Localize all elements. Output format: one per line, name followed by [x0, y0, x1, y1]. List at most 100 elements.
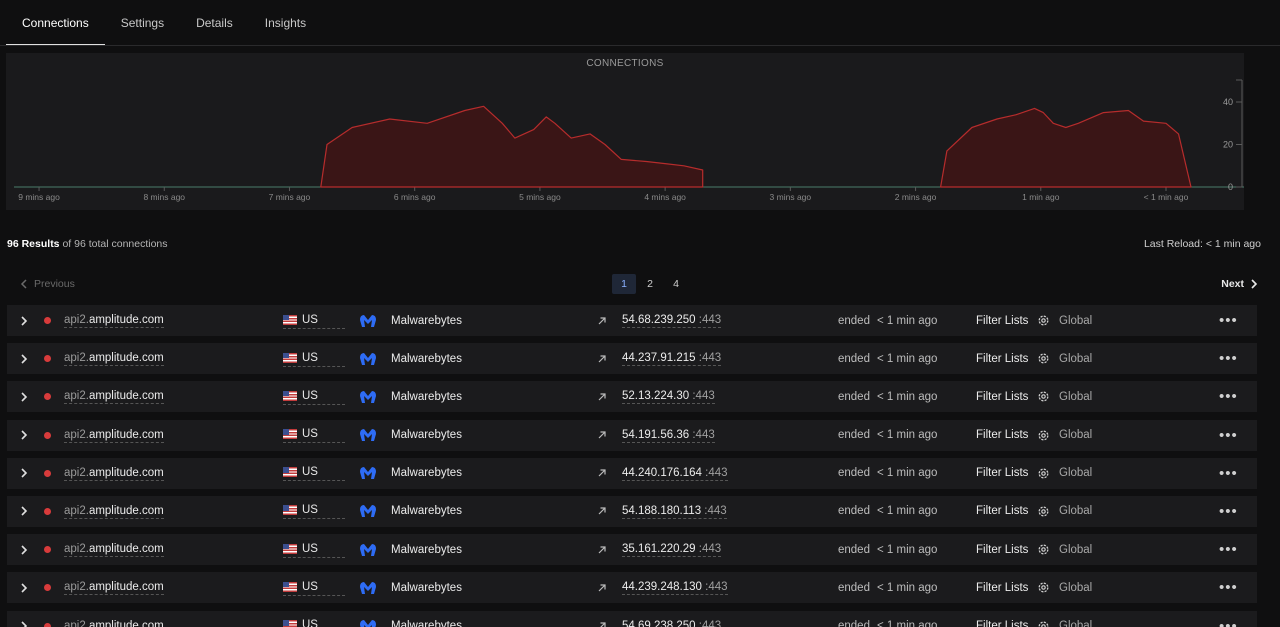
connection-status: ended [838, 467, 870, 480]
connection-status: ended [838, 352, 870, 365]
app-cell[interactable]: Malwarebytes [359, 343, 462, 374]
domain-name: amplitude.com [88, 314, 164, 326]
domain-name: amplitude.com [88, 543, 164, 556]
connection-row[interactable]: api2.amplitude.com US Malwarebytes 35.16… [7, 534, 1257, 566]
domain-link[interactable]: api2.amplitude.com [64, 305, 164, 336]
domain-link[interactable]: api2.amplitude.com [64, 534, 164, 565]
x-tick-label: 4 mins ago [644, 192, 686, 202]
app-cell[interactable]: Malwarebytes [359, 381, 462, 412]
country-tag[interactable]: US [283, 420, 345, 451]
expand-row-button[interactable] [20, 572, 30, 603]
remote-ip[interactable]: 44.237.91.215 :443 [622, 343, 722, 374]
x-tick-label: 3 mins ago [770, 192, 812, 202]
connection-row[interactable]: api2.amplitude.com US Malwarebytes 44.23… [7, 343, 1257, 375]
app-cell[interactable]: Malwarebytes [359, 534, 462, 565]
domain-link[interactable]: api2.amplitude.com [64, 381, 164, 412]
previous-page-button[interactable]: Previous [20, 278, 75, 290]
app-cell[interactable]: Malwarebytes [359, 572, 462, 603]
results-count: 96 Results [7, 238, 60, 250]
outgoing-arrow-icon [597, 343, 607, 374]
verdict-reason: Filter Lists [976, 390, 1029, 403]
app-cell[interactable]: Malwarebytes [359, 458, 462, 489]
expand-row-button[interactable] [20, 534, 30, 565]
app-cell[interactable]: Malwarebytes [359, 496, 462, 527]
tab-insights[interactable]: Insights [249, 0, 322, 46]
country-tag[interactable]: US [283, 305, 345, 336]
malwarebytes-logo-icon [360, 429, 376, 442]
more-options-button[interactable]: ••• [1219, 572, 1238, 603]
more-options-button[interactable]: ••• [1219, 611, 1238, 627]
app-cell[interactable]: Malwarebytes [359, 611, 462, 627]
outgoing-arrow-icon [597, 305, 607, 336]
connection-status: ended [838, 620, 870, 627]
subdomain: api2. [64, 428, 89, 441]
remote-ip[interactable]: 44.240.176.164 :443 [622, 458, 728, 489]
expand-row-button[interactable] [20, 420, 30, 451]
connection-row[interactable]: api2.amplitude.com US Malwarebytes 54.19… [7, 419, 1257, 451]
more-options-button[interactable]: ••• [1219, 420, 1238, 451]
remote-ip[interactable]: 54.188.180.113 :443 [622, 496, 727, 527]
scope-label: Global [1059, 620, 1093, 627]
expand-row-button[interactable] [20, 458, 30, 489]
more-options-button[interactable]: ••• [1219, 534, 1238, 565]
country-tag[interactable]: US [283, 381, 345, 412]
country-tag[interactable]: US [283, 343, 345, 374]
x-tick-label: 6 mins ago [394, 192, 436, 202]
ip-address: 44.237.91.215 [622, 352, 696, 365]
tab-connections[interactable]: Connections [6, 0, 105, 46]
domain-link[interactable]: api2.amplitude.com [64, 343, 164, 374]
remote-ip[interactable]: 52.13.224.30 :443 [622, 381, 715, 412]
country-tag[interactable]: US [283, 611, 345, 627]
more-options-button[interactable]: ••• [1219, 305, 1238, 336]
chevron-left-icon [20, 279, 27, 289]
connection-row[interactable]: api2.amplitude.com US Malwarebytes 52.13… [7, 381, 1257, 413]
remote-ip[interactable]: 54.68.239.250 :443 [622, 305, 722, 336]
country-tag[interactable]: US [283, 458, 345, 489]
connection-row[interactable]: api2.amplitude.com US Malwarebytes 44.24… [7, 457, 1257, 489]
page-2-button[interactable]: 2 [638, 274, 662, 294]
ip-address: 54.68.239.250 [622, 314, 696, 326]
expand-row-button[interactable] [20, 381, 30, 412]
subdomain: api2. [64, 390, 89, 403]
next-page-button[interactable]: Next [1221, 278, 1258, 290]
connection-row[interactable]: api2.amplitude.com US Malwarebytes 44.23… [7, 572, 1257, 604]
page-1-button[interactable]: 1 [612, 274, 636, 294]
app-name: Malwarebytes [391, 505, 462, 518]
domain-link[interactable]: api2.amplitude.com [64, 420, 164, 451]
malwarebytes-logo-icon [360, 314, 376, 327]
subdomain: api2. [64, 619, 89, 627]
domain-link[interactable]: api2.amplitude.com [64, 572, 164, 603]
expand-row-button[interactable] [20, 611, 30, 627]
remote-ip[interactable]: 54.69.238.250 :443 [622, 611, 721, 627]
app-cell[interactable]: Malwarebytes [359, 420, 462, 451]
domain-name: amplitude.com [88, 619, 164, 627]
connection-row[interactable]: api2.amplitude.com US Malwarebytes 54.69… [7, 610, 1257, 627]
remote-ip[interactable]: 44.239.248.130 :443 [622, 572, 728, 603]
more-options-button[interactable]: ••• [1219, 496, 1238, 527]
results-summary: 96 Results of 96 total connections [7, 238, 168, 250]
page-4-button[interactable]: 4 [664, 274, 688, 294]
remote-ip[interactable]: 35.161.220.29 :443 [622, 534, 722, 565]
domain-link[interactable]: api2.amplitude.com [64, 458, 164, 489]
tab-settings[interactable]: Settings [105, 0, 180, 46]
app-cell[interactable]: Malwarebytes [359, 305, 462, 336]
expand-row-button[interactable] [20, 343, 30, 374]
expand-row-button[interactable] [20, 496, 30, 527]
domain-link[interactable]: api2.amplitude.com [64, 496, 164, 527]
remote-ip[interactable]: 54.191.56.36 :443 [622, 420, 715, 451]
connection-row[interactable]: api2.amplitude.com US Malwarebytes 54.18… [7, 495, 1257, 527]
more-options-button[interactable]: ••• [1219, 343, 1238, 374]
more-options-button[interactable]: ••• [1219, 381, 1238, 412]
country-tag[interactable]: US [283, 572, 345, 603]
connection-row[interactable]: api2.amplitude.com US Malwarebytes 54.68… [7, 305, 1257, 336]
country-tag[interactable]: US [283, 534, 345, 565]
gear-icon [1037, 611, 1050, 627]
country-tag[interactable]: US [283, 496, 345, 527]
subdomain: api2. [64, 352, 89, 365]
expand-row-button[interactable] [20, 305, 30, 336]
more-options-button[interactable]: ••• [1219, 458, 1238, 489]
us-flag-icon [283, 543, 297, 554]
tab-details[interactable]: Details [180, 0, 249, 46]
domain-link[interactable]: api2.amplitude.com [64, 611, 164, 627]
x-tick-label: 7 mins ago [269, 192, 311, 202]
